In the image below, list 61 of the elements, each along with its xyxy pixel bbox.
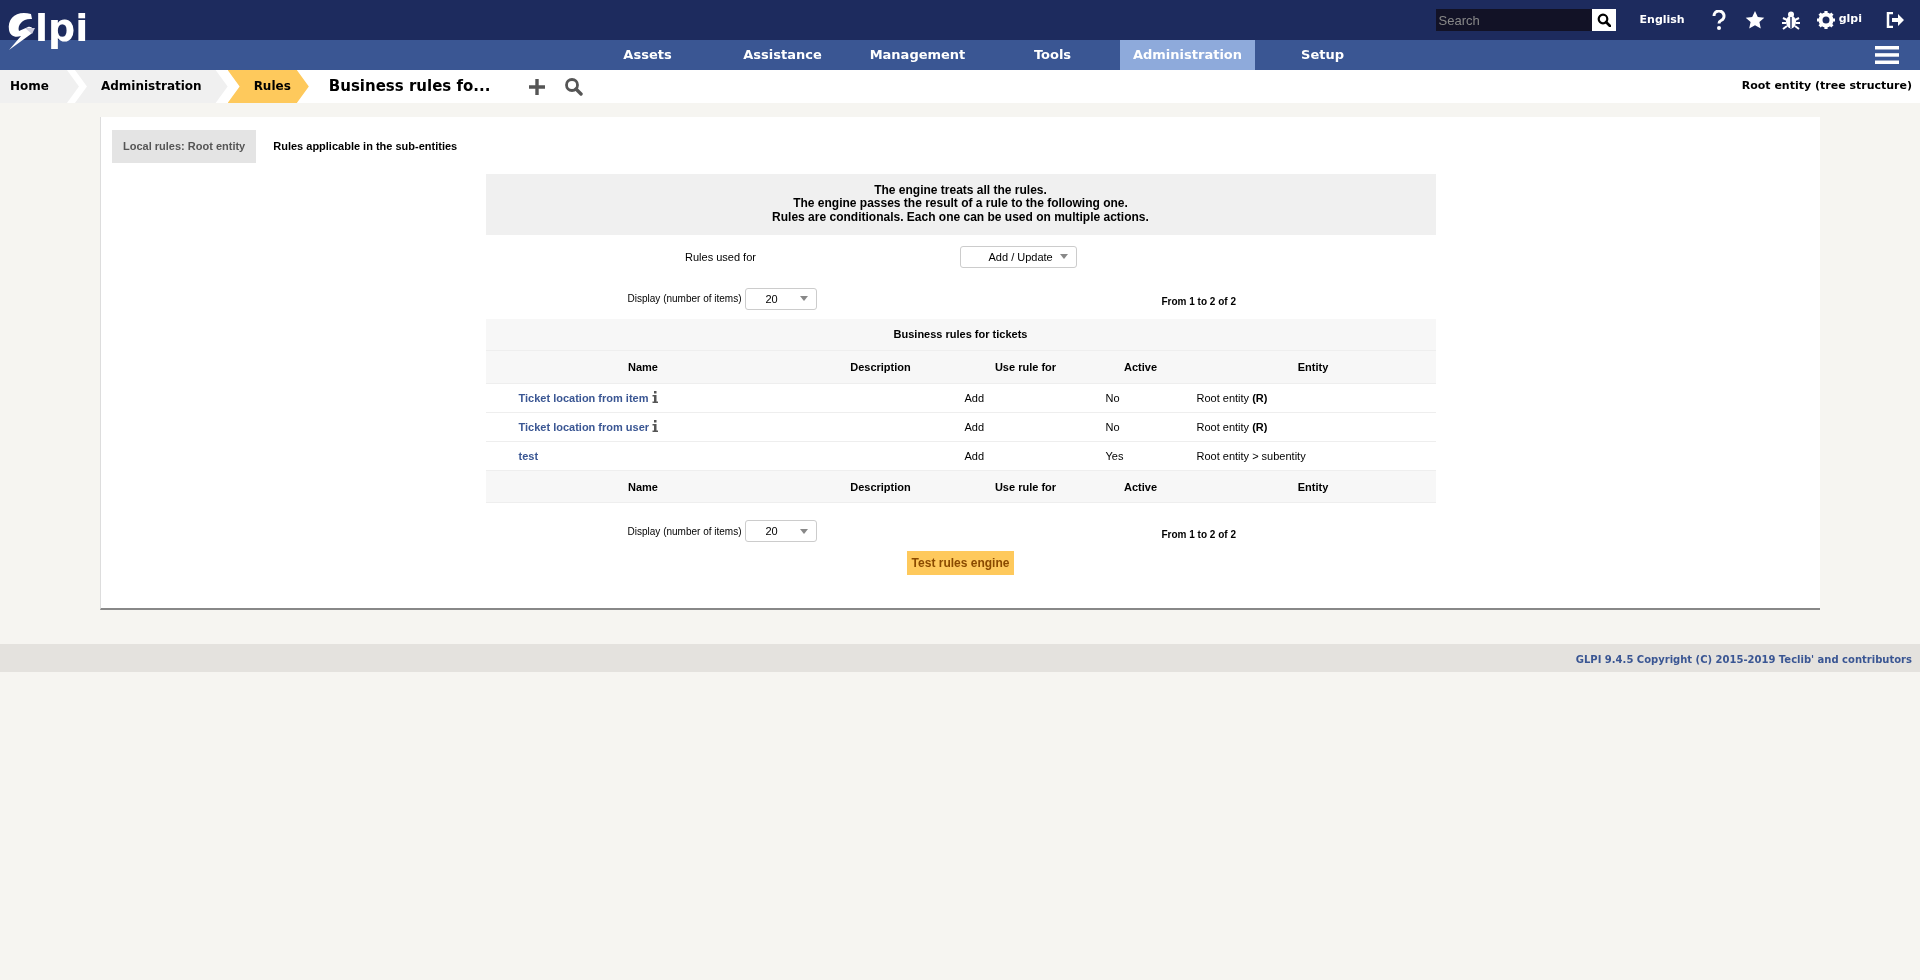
bug-icon[interactable] [1780, 10, 1801, 30]
info-text: The engine passes the result of a rule to the following one. [792, 197, 1129, 212]
language-link[interactable]: English [1639, 11, 1685, 29]
column-header: Description [800, 350, 961, 384]
footer-text: GLPI 9.4.5 Copyright (C) 2015-2019 Teclib' and contributors [0, 644, 1920, 672]
column-header: Use rule for [960, 350, 1091, 384]
search-field[interactable]: Search [1435, 9, 1592, 31]
search-icon [1596, 13, 1611, 27]
table-cell: Root entity > subentity [1190, 441, 1436, 471]
settings-icon[interactable] [1816, 11, 1835, 29]
breadcrumb-link[interactable]: Rules [227, 70, 309, 103]
table-cell: Root entity (R) [1190, 383, 1436, 413]
tab[interactable]: Local rules: Root entity [112, 130, 257, 163]
info-text: The engine treats all the rules. [873, 183, 1048, 198]
rule-link[interactable]: test [518, 450, 539, 463]
table-cell: No [1090, 383, 1191, 413]
items-per-page-select[interactable]: 20 [744, 520, 817, 543]
pagination-info: From 1 to 2 of 2 [1161, 295, 1236, 310]
column-header: Description [800, 470, 961, 503]
menu-icon[interactable] [1875, 45, 1899, 65]
menu-tab[interactable]: Setup [1255, 40, 1390, 70]
column-header: Entity [1190, 350, 1436, 384]
add-icon[interactable] [528, 77, 547, 96]
column-header: Entity [1190, 470, 1436, 503]
user-link[interactable]: glpi [1838, 11, 1862, 28]
menu-tab[interactable]: Tools [985, 40, 1120, 70]
table-cell: No [1090, 412, 1191, 442]
items-per-page-select[interactable]: 20 [744, 287, 817, 310]
info-text: Rules are conditionals. Each one can be used on multiple actions. [771, 211, 1150, 225]
page-title: Business rules fo... [328, 76, 491, 98]
search-button[interactable] [1591, 9, 1616, 31]
logout-icon[interactable] [1886, 12, 1904, 28]
rule-link[interactable]: Ticket location from item [518, 392, 649, 405]
menu-tab[interactable]: Assets [580, 40, 715, 70]
field-label: Rules used for [684, 249, 757, 265]
menu-tab[interactable]: Assistance [715, 40, 850, 70]
star-icon[interactable] [1744, 10, 1765, 30]
logo-text: lpi [35, 10, 89, 47]
search-icon[interactable] [564, 77, 584, 96]
table-cell: Add [960, 383, 1091, 413]
table-cell: Add [960, 441, 1091, 471]
table-cell: Yes [1090, 441, 1191, 471]
table-cell: Add [960, 412, 1091, 442]
entity-label: Root entity (tree structure) [1741, 78, 1912, 95]
field-label: Display (number of items) [626, 524, 742, 539]
column-header: Use rule for [960, 470, 1091, 503]
rules-used-for-select[interactable]: Add / Update [959, 245, 1077, 268]
column-header: Active [1090, 470, 1191, 503]
breadcrumb-link[interactable]: Home [0, 70, 79, 103]
rule-link[interactable]: Ticket location from user [518, 421, 650, 434]
column-header: Name [485, 470, 801, 503]
pagination-info: From 1 to 2 of 2 [1161, 527, 1236, 542]
tab[interactable]: Rules applicable in the sub-entities [262, 130, 469, 163]
table-cell: Root entity (R) [1190, 412, 1436, 442]
table-title: Business rules for tickets [485, 318, 1436, 351]
column-header: Name [485, 350, 801, 384]
test-rules-button[interactable]: Test rules engine [906, 551, 1015, 576]
column-header: Active [1090, 350, 1191, 384]
breadcrumb-link[interactable]: Administration [74, 70, 228, 103]
field-label: Display (number of items) [626, 292, 742, 307]
menu-tab[interactable]: Management [850, 40, 985, 70]
